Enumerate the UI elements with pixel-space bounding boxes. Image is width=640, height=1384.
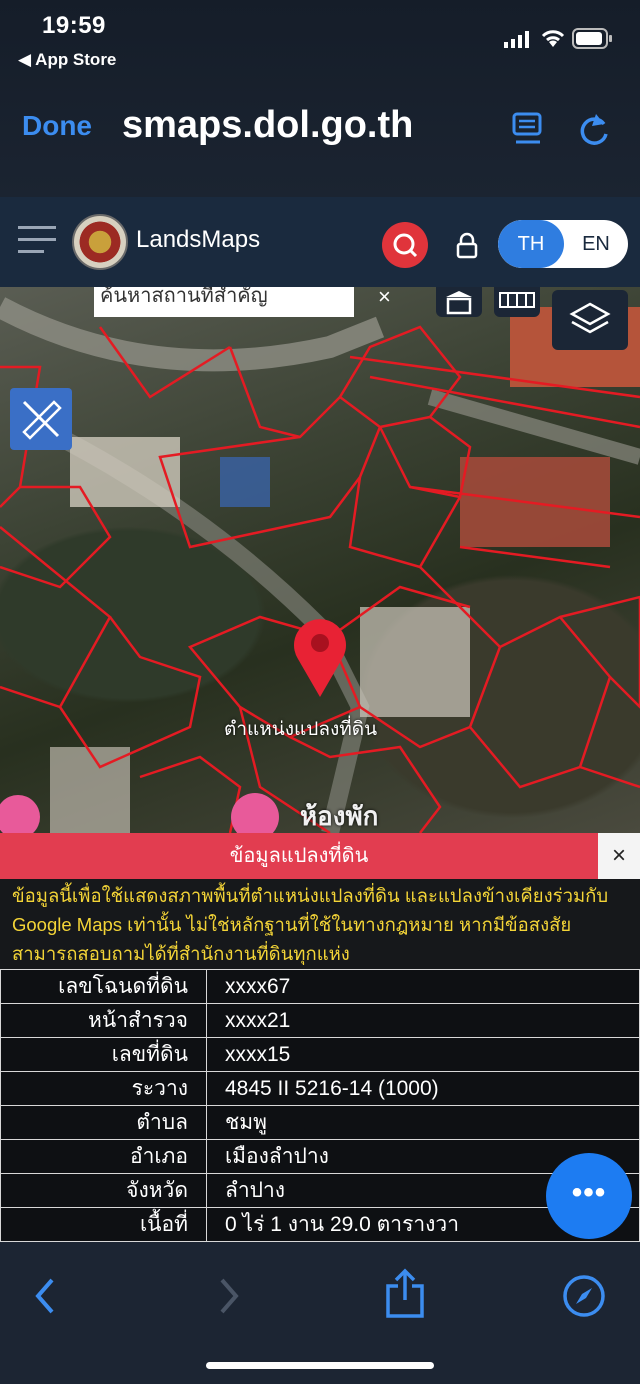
app-title: LandsMaps — [136, 226, 261, 253]
hamburger-menu-icon[interactable] — [18, 226, 56, 254]
lang-en-option[interactable]: EN — [564, 220, 628, 268]
url-field[interactable]: smaps.dol.go.th — [122, 104, 492, 147]
row-label: หน้าสำรวจ — [0, 1003, 207, 1038]
table-row: เลขโฉนดที่ดิน xxxx67 — [0, 969, 640, 1004]
row-label: เลขโฉนดที่ดิน — [0, 969, 207, 1004]
row-value: xxxx21 — [206, 1003, 640, 1038]
row-label: ระวาง — [0, 1071, 207, 1106]
location-pin-icon — [294, 619, 347, 697]
ruler-pencil-icon — [22, 400, 62, 440]
language-toggle[interactable]: TH EN — [498, 220, 628, 268]
row-label: อำเภอ — [0, 1139, 207, 1174]
place-search-input[interactable]: ค้นหาสถานที่สำคัญ — [94, 287, 354, 317]
table-row: เลขที่ดิน xxxx15 — [0, 1037, 640, 1072]
row-label: จังหวัด — [0, 1173, 207, 1208]
back-arrow-icon[interactable] — [30, 1276, 60, 1316]
row-value: xxxx15 — [206, 1037, 640, 1072]
map-place-label: ห้องพัก — [300, 801, 379, 831]
back-to-app-link[interactable]: ◀ App Store — [18, 50, 116, 70]
table-row: จังหวัด ลำปาง — [0, 1173, 640, 1208]
row-value: 4845 II 5216-14 (1000) — [206, 1071, 640, 1106]
lang-th-option[interactable]: TH — [498, 220, 564, 268]
forward-arrow-icon[interactable] — [214, 1276, 244, 1316]
home-indicator[interactable] — [206, 1362, 434, 1369]
battery-icon — [572, 28, 612, 49]
clear-search-button[interactable]: × — [378, 284, 391, 310]
table-row: หน้าสำรวจ xxxx21 — [0, 1003, 640, 1038]
table-row: อำเภอ เมืองลำปาง — [0, 1139, 640, 1174]
done-button[interactable]: Done — [22, 110, 92, 142]
layers-button[interactable] — [552, 290, 628, 350]
grid-icon — [499, 292, 535, 308]
parcel-boundaries — [0, 297, 640, 833]
table-row: ตำบล ชมพู — [0, 1105, 640, 1140]
table-row: เนื้อที่ 0 ไร่ 1 งาน 29.0 ตารางวา — [0, 1207, 640, 1242]
row-label: เนื้อที่ — [0, 1207, 207, 1242]
search-icon — [393, 233, 418, 258]
building-icon — [446, 291, 472, 315]
share-icon[interactable] — [384, 1268, 426, 1320]
satellite-map[interactable] — [0, 287, 640, 833]
signal-icon — [504, 31, 529, 48]
pin-label: ตำแหน่งแปลงที่ดิน — [224, 719, 378, 740]
wifi-icon — [541, 30, 565, 47]
layers-icon — [569, 302, 611, 334]
measure-tool-button[interactable] — [10, 388, 72, 450]
parcel-info-table: เลขโฉนดที่ดิน xxxx67 หน้าสำรวจ xxxx21 เลขที่… — [0, 969, 640, 1242]
lock-icon[interactable] — [455, 232, 479, 260]
row-label: เลขที่ดิน — [0, 1037, 207, 1072]
reader-icon[interactable] — [512, 112, 544, 146]
table-row: ระวาง 4845 II 5216-14 (1000) — [0, 1071, 640, 1106]
row-value: ชมพู — [206, 1105, 640, 1140]
row-value: xxxx67 — [206, 969, 640, 1004]
disclaimer-text: ข้อมูลนี้เพื่อใช้แสดงสภาพพื้นที่ตำแหน่งแ… — [12, 885, 609, 964]
status-time: 19:59 — [42, 12, 106, 39]
panel-title: ข้อมูลแปลงที่ดิน — [229, 845, 369, 867]
more-icon[interactable]: ••• — [546, 1153, 632, 1239]
reload-icon[interactable] — [578, 110, 612, 148]
home-button[interactable] — [436, 287, 482, 317]
dol-logo — [72, 214, 128, 270]
row-label: ตำบล — [0, 1105, 207, 1140]
search-button[interactable] — [382, 222, 428, 268]
panel-close-button[interactable]: × — [598, 833, 640, 879]
compass-icon[interactable] — [562, 1274, 606, 1318]
grid-button[interactable] — [494, 287, 540, 317]
